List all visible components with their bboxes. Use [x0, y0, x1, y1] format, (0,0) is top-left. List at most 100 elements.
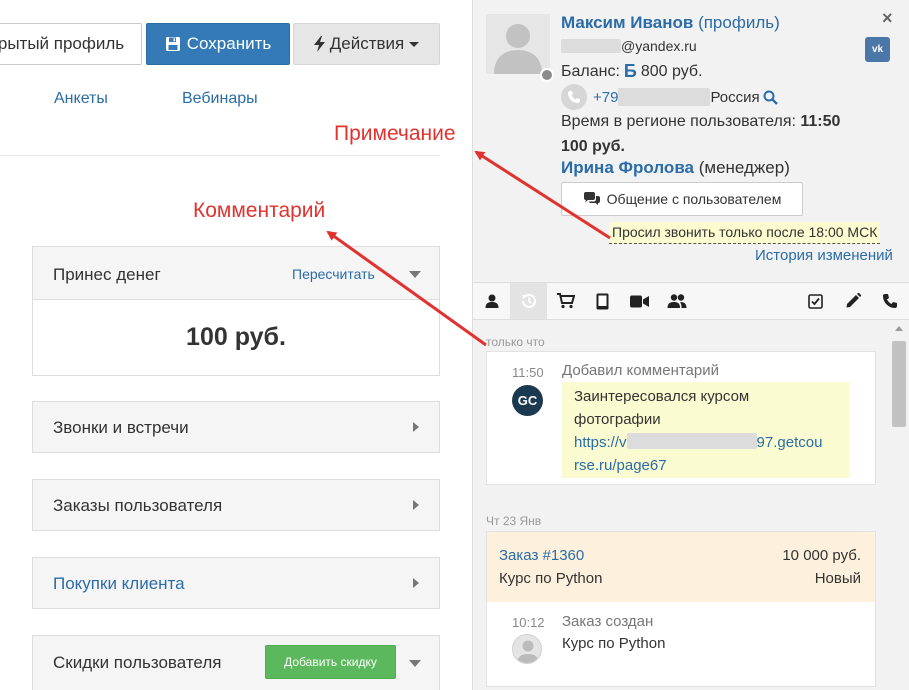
comment-body: Заинтересовался курсом фотографии https:…	[562, 382, 849, 478]
phone-redacted	[618, 88, 711, 106]
save-label: Сохранить	[186, 34, 272, 53]
purchases-panel-title: Покупки клиента	[53, 574, 185, 593]
order-event-sub: Курс по Python	[562, 635, 666, 652]
checkbox-icon[interactable]	[797, 283, 834, 319]
expand-arrow-icon	[413, 578, 419, 588]
user-icon[interactable]	[473, 283, 510, 319]
expand-arrow-icon	[413, 500, 419, 510]
user-email: @yandex.ru	[561, 38, 697, 54]
money-panel: Принес денег Пересчитать 100 руб.	[32, 246, 440, 376]
order-number-link[interactable]: Заказ #1360	[499, 547, 584, 564]
feed-scrollbar[interactable]	[890, 320, 908, 690]
order-event-title: Заказ создан	[562, 613, 654, 630]
calls-panel[interactable]: Звонки и встречи	[32, 401, 440, 453]
user-balance: Баланс: Б 800 руб.	[561, 61, 703, 82]
money-amount: 100 руб.	[186, 323, 286, 351]
collapse-arrow-icon[interactable]	[409, 271, 421, 278]
balance-value: 800 руб.	[640, 62, 703, 80]
tabs-divider	[0, 155, 440, 156]
orders-panel[interactable]: Заказы пользователя	[32, 479, 440, 531]
phone-icon[interactable]	[871, 283, 908, 319]
bolt-icon	[313, 36, 325, 52]
comment-link-end: rse.ru/page67	[574, 457, 667, 474]
comment-text: Заинтересовался курсом фотографии	[574, 388, 750, 428]
user-region-time: Время в регионе пользователя: 11:50 100 …	[561, 109, 891, 159]
comment-link[interactable]: https://v 97.getcou rse.ru/page67	[574, 433, 823, 474]
open-profile-button[interactable]: рытый профиль	[0, 23, 142, 65]
group-icon[interactable]	[658, 283, 695, 319]
user-info-right-pane: × vk Максим Иванов (профиль) @yandex.ru …	[472, 0, 909, 690]
close-icon[interactable]: ×	[882, 8, 893, 29]
region-time: 11:50	[800, 113, 841, 130]
video-icon[interactable]	[621, 283, 658, 319]
avatar	[512, 634, 542, 664]
manager-name-link[interactable]: Ирина Фролова	[561, 158, 694, 177]
tab-webinars[interactable]: Вебинары	[182, 90, 258, 108]
user-note[interactable]: Просил звонить только после 18:00 МСК	[609, 222, 881, 244]
save-button[interactable]: Сохранить	[146, 23, 290, 65]
money-panel-title: Принес денег	[53, 265, 161, 284]
chat-label: Общение с пользователем	[606, 191, 782, 207]
order-course: Курс по Python	[499, 570, 603, 587]
tab-ankety[interactable]: Анкеты	[54, 90, 108, 108]
scroll-thumb[interactable]	[892, 341, 906, 427]
feed-comment-card: 11:50 GC Добавил комментарий Заинтересов…	[486, 351, 876, 485]
user-name-line: Максим Иванов (профиль)	[561, 13, 780, 33]
pencil-icon[interactable]	[834, 283, 871, 319]
annotation-comment: Комментарий	[193, 199, 326, 222]
user-card-left-pane: рытый профиль Сохранить Действия Анкеты …	[0, 0, 472, 690]
order-sum: 10 000 руб.	[782, 547, 861, 564]
feed-timestamp-now: только что	[486, 335, 545, 349]
actions-label: Действия	[329, 34, 405, 53]
open-profile-label: рытый профиль	[0, 34, 125, 53]
discounts-panel-title: Скидки пользователя	[53, 653, 222, 672]
link-redacted	[626, 433, 757, 449]
search-icon[interactable]	[763, 90, 778, 105]
actions-dropdown-button[interactable]: Действия	[293, 23, 440, 65]
manager-line: Ирина Фролова (менеджер)	[561, 158, 790, 178]
manager-role: (менеджер)	[698, 158, 790, 177]
calls-panel-title: Звонки и встречи	[53, 418, 189, 437]
user-name-link[interactable]: Максим Иванов	[561, 13, 693, 32]
money-panel-header[interactable]: Принес денег Пересчитать	[33, 247, 439, 300]
expand-arrow-icon	[413, 422, 419, 432]
order-status: Новый	[814, 570, 861, 587]
comment-link-mid: 97.getcou	[756, 434, 823, 451]
vk-icon[interactable]: vk	[865, 37, 890, 62]
comment-link-start: https://v	[574, 434, 627, 451]
cart-icon[interactable]	[547, 283, 584, 319]
tablet-icon[interactable]	[584, 283, 621, 319]
order-event-time: 10:12	[512, 615, 545, 630]
online-status-dot	[540, 68, 554, 82]
feed-date-label: Чт 23 Янв	[486, 514, 542, 528]
recalculate-link[interactable]: Пересчитать	[292, 266, 375, 282]
profile-link[interactable]: (профиль)	[698, 13, 780, 32]
chat-with-user-button[interactable]: Общение с пользователем	[561, 182, 803, 216]
scroll-up-arrow-icon[interactable]	[895, 326, 903, 331]
getcourse-logo-icon: GC	[512, 385, 543, 416]
comments-icon	[583, 192, 601, 206]
purchases-panel[interactable]: Покупки клиента	[32, 557, 440, 609]
order-summary: Заказ #1360 10 000 руб. Курс по Python Н…	[487, 532, 875, 602]
comment-time: 11:50	[512, 365, 544, 380]
add-discount-button[interactable]: Добавить скидку	[265, 645, 396, 679]
phone-country: Россия	[710, 88, 760, 106]
email-redacted	[561, 39, 621, 53]
feed-order-card: Заказ #1360 10 000 руб. Курс по Python Н…	[486, 531, 876, 687]
region-label: Время в регионе пользователя:	[561, 113, 796, 130]
user-toolbar	[473, 282, 909, 320]
region-tail: 100 руб.	[561, 138, 625, 155]
phone-icon[interactable]	[561, 84, 587, 110]
bonus-currency-icon: Б	[623, 61, 637, 81]
email-domain: @yandex.ru	[621, 38, 697, 54]
phone-prefix[interactable]: +79	[593, 89, 618, 106]
floppy-disk-icon	[165, 36, 181, 52]
comment-title: Добавил комментарий	[562, 362, 719, 379]
user-avatar	[486, 14, 550, 74]
annotation-note: Примечание	[334, 122, 456, 145]
caret-down-icon	[409, 41, 420, 47]
history-link[interactable]: История изменений	[755, 247, 893, 264]
collapse-arrow-icon[interactable]	[409, 660, 421, 667]
history-icon[interactable]	[510, 283, 547, 319]
discounts-panel: Скидки пользователя Добавить скидку	[32, 635, 440, 690]
